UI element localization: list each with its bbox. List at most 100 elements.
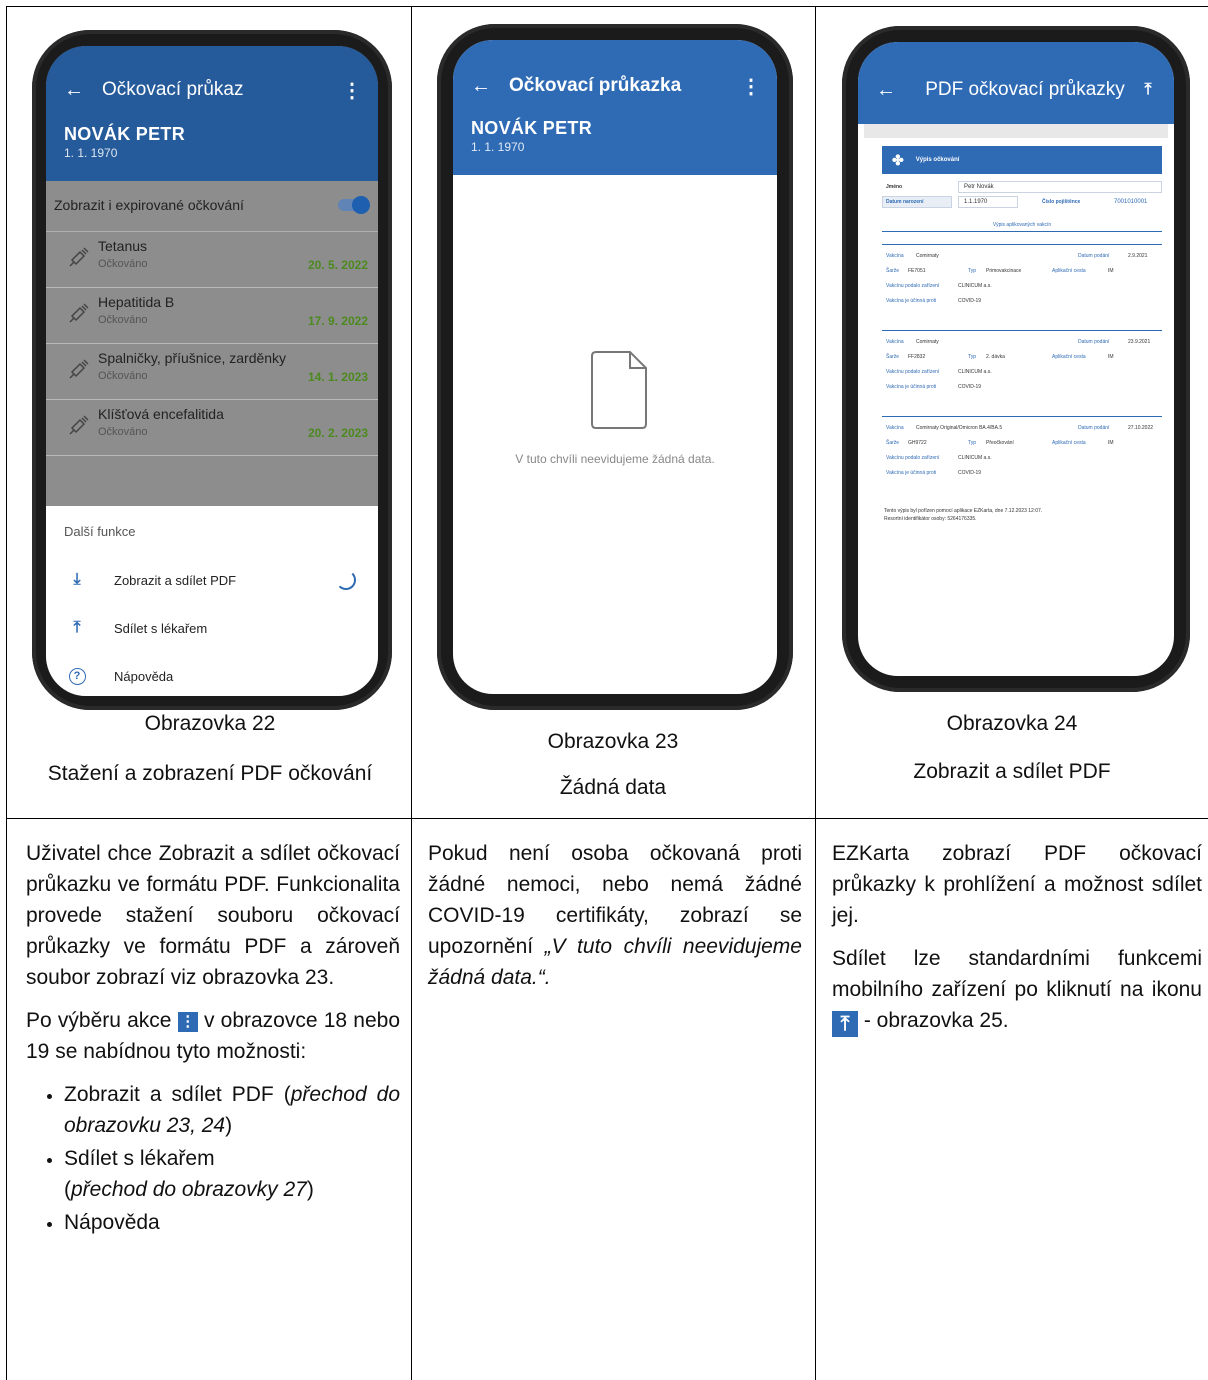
pdf-document[interactable]: ✤ Výpis očkování Jméno Petr Novák Datum … — [882, 146, 1162, 566]
description-col-3: EZKarta zobrazí PDF očkovací průkazky k … — [832, 838, 1202, 1049]
pdf-ins-value: 7001010001 — [1114, 199, 1148, 205]
more-vert-icon[interactable]: ⋮ — [739, 74, 763, 99]
pdf-dob-label: Datum narození — [886, 199, 924, 205]
pdf-header-title: Výpis očkování — [915, 157, 960, 163]
caption-title-24: Obrazovka 24 — [946, 712, 1078, 735]
caption-subtitle-24: Zobrazit a sdílet PDF — [913, 760, 1111, 783]
pdf-field-label: Aplikační cesta — [1052, 268, 1086, 274]
back-arrow-icon[interactable]: ← — [60, 79, 88, 102]
option-name: Zobrazit a sdílet PDF — [64, 1083, 274, 1106]
vaccine-status: Očkováno — [98, 314, 148, 326]
pdf-field-label: Šarže — [886, 268, 900, 274]
desc-text: Po výběru akce — [26, 1009, 172, 1032]
list-item[interactable]: Spalničky, příušnice, zarděnky Očkováno … — [46, 344, 378, 400]
vaccine-name: Spalničky, příušnice, zarděnky — [98, 350, 287, 366]
pdf-header-bar: ✤ Výpis očkování — [882, 146, 1162, 174]
phone-screen-22: ← Očkovací průkaz ⋮ NOVÁK PETR 1. 1. 197… — [32, 30, 392, 710]
pdf-field-value: Comirnaty Original/Omicron BA.4/BA.5 — [916, 425, 1003, 431]
table-col-divider-1 — [411, 6, 412, 1380]
screen-23: ← Očkovací průkazka ⋮ NOVÁK PETR 1. 1. 1… — [453, 40, 777, 694]
pdf-field-value: IM — [1108, 440, 1114, 446]
upload-icon[interactable]: ⤒ — [1136, 81, 1160, 99]
back-arrow-icon[interactable]: ← — [872, 79, 900, 102]
vaccine-status: Očkováno — [98, 426, 148, 438]
option-paren-close: ) — [225, 1114, 233, 1137]
pdf-field-value: 2. dávka — [986, 354, 1005, 360]
desc-text: - obrazovka 25. — [863, 1009, 1009, 1032]
menu-item-help[interactable]: ? Nápověda — [46, 654, 378, 696]
file-icon — [591, 351, 647, 429]
pdf-field-label: Typ — [968, 354, 977, 360]
menu-item-show-share-pdf[interactable]: ⤓ Zobrazit a sdílet PDF — [46, 558, 378, 602]
vaccine-status: Očkováno — [98, 370, 148, 382]
pdf-field-label: Aplikační cesta — [1052, 354, 1086, 360]
list-item: Nápověda — [64, 1207, 400, 1238]
caption-title-22: Obrazovka 22 — [144, 712, 276, 735]
table-border-top — [6, 6, 1208, 7]
menu-item-label: Sdílet s lékařem — [114, 620, 208, 636]
option-note: přechod do obrazovky 27 — [71, 1178, 307, 1201]
phone-screen-24: ← PDF očkovací průkazky ⤒ ✤ Výpis očková… — [842, 26, 1190, 692]
expired-toggle-switch[interactable] — [338, 196, 370, 214]
lion-emblem-icon: ✤ — [892, 151, 904, 168]
pdf-field-value: CLINICUM a.s. — [958, 455, 992, 461]
option-paren-close: ) — [306, 1178, 314, 1201]
pdf-field-value: IM — [1108, 354, 1114, 360]
desc-paragraph: Pokud není osoba očkovaná proti žádné ne… — [428, 838, 802, 993]
pdf-field-value: COVID-19 — [958, 470, 982, 476]
pdf-field-label: Vakcínu podalo zařízení — [886, 283, 940, 289]
pdf-field-value: IM — [1108, 268, 1114, 274]
pdf-record: Vakcína Comirnaty Datum podání 23.9.2021… — [882, 330, 1162, 401]
vaccine-name: Tetanus — [98, 238, 148, 254]
pdf-field-value: COVID-19 — [958, 298, 982, 304]
desc-paragraph: Sdílet lze standardními funkcemi mobilní… — [832, 943, 1202, 1037]
pdf-field-label: Datum podání — [1078, 425, 1110, 431]
pdf-field-value: 23.9.2021 — [1128, 339, 1151, 345]
expired-toggle-row[interactable]: Zobrazit i expirované očkování — [46, 181, 378, 232]
list-item[interactable]: Klíšťová encefalitida Očkováno 20. 2. 20… — [46, 400, 378, 456]
app-bar-title: PDF očkovací průkazky — [925, 79, 1125, 100]
more-vert-icon[interactable]: ⋮ — [340, 78, 364, 103]
desc-paragraph: Po výběru akce ⋮ v obrazovce 18 nebo 19 … — [26, 1005, 400, 1067]
description-col-2: Pokud není osoba očkovaná proti žádné ne… — [428, 838, 802, 1005]
patient-dob: 1. 1. 1970 — [471, 140, 525, 154]
pdf-field-label: Datum podání — [1078, 339, 1110, 345]
pdf-dob-value: 1.1.1970 — [964, 199, 988, 205]
pdf-field-value: 27.10.2022 — [1128, 425, 1154, 431]
pdf-field-value: COVID-19 — [958, 384, 982, 390]
more-vert-icon: ⋮ — [177, 1012, 198, 1032]
screen-22: ← Očkovací průkaz ⋮ NOVÁK PETR 1. 1. 197… — [46, 46, 378, 696]
app-bar-title: Očkovací průkazka — [509, 75, 682, 96]
option-name: Sdílet s lékařem — [64, 1147, 215, 1170]
phone-screen-23: ← Očkovací průkazka ⋮ NOVÁK PETR 1. 1. 1… — [437, 24, 793, 710]
pdf-record: Vakcína Comirnaty Datum podání 2.9.2021 … — [882, 244, 1162, 315]
spinner-icon — [336, 570, 356, 590]
download-icon: ⤓ — [73, 571, 81, 588]
syringe-icon — [69, 359, 89, 379]
list-item[interactable]: Hepatitida B Očkováno 17. 9. 2022 — [46, 288, 378, 344]
pdf-field-label: Vakcína — [886, 253, 904, 259]
pdf-field-label: Datum podání — [1078, 253, 1110, 259]
back-arrow-icon[interactable]: ← — [467, 75, 495, 98]
upload-icon: ⤒ — [832, 1011, 858, 1037]
pdf-field-value: FF2832 — [908, 354, 926, 360]
pdf-field-value: Přeočkování — [986, 440, 1014, 446]
pdf-field-label: Vakcínu podalo zařízení — [886, 455, 940, 461]
pdf-field-value: Comirnaty — [916, 339, 939, 345]
pdf-field-value: GH9722 — [908, 440, 927, 446]
pdf-ins-label: Číslo pojištěnce — [1042, 199, 1081, 205]
list-item[interactable]: Tetanus Očkováno 20. 5. 2022 — [46, 232, 378, 288]
pdf-field-label: Vakcína je účinná proti — [886, 298, 937, 304]
option-paren-open: ( — [283, 1083, 291, 1106]
list-item: Zobrazit a sdílet PDF (přechod do obrazo… — [64, 1079, 400, 1141]
menu-item-share-doctor[interactable]: ⤒ Sdílet s lékařem — [46, 606, 378, 650]
pdf-field-value: CLINICUM a.s. — [958, 369, 992, 375]
description-col-1: Uživatel chce Zobrazit a sdílet očkovací… — [26, 838, 400, 1240]
vaccine-date: 20. 2. 2023 — [307, 426, 368, 440]
vaccine-date: 17. 9. 2022 — [307, 314, 368, 328]
caption-subtitle-22: Stažení a zobrazení PDF očkování — [47, 762, 373, 785]
vaccine-status: Očkováno — [98, 258, 148, 270]
vaccine-date: 14. 1. 2023 — [307, 370, 368, 384]
pdf-field-label: Aplikační cesta — [1052, 440, 1086, 446]
pdf-footer-line-1: Tento výpis byl pořízen pomocí aplikace … — [884, 508, 1043, 514]
